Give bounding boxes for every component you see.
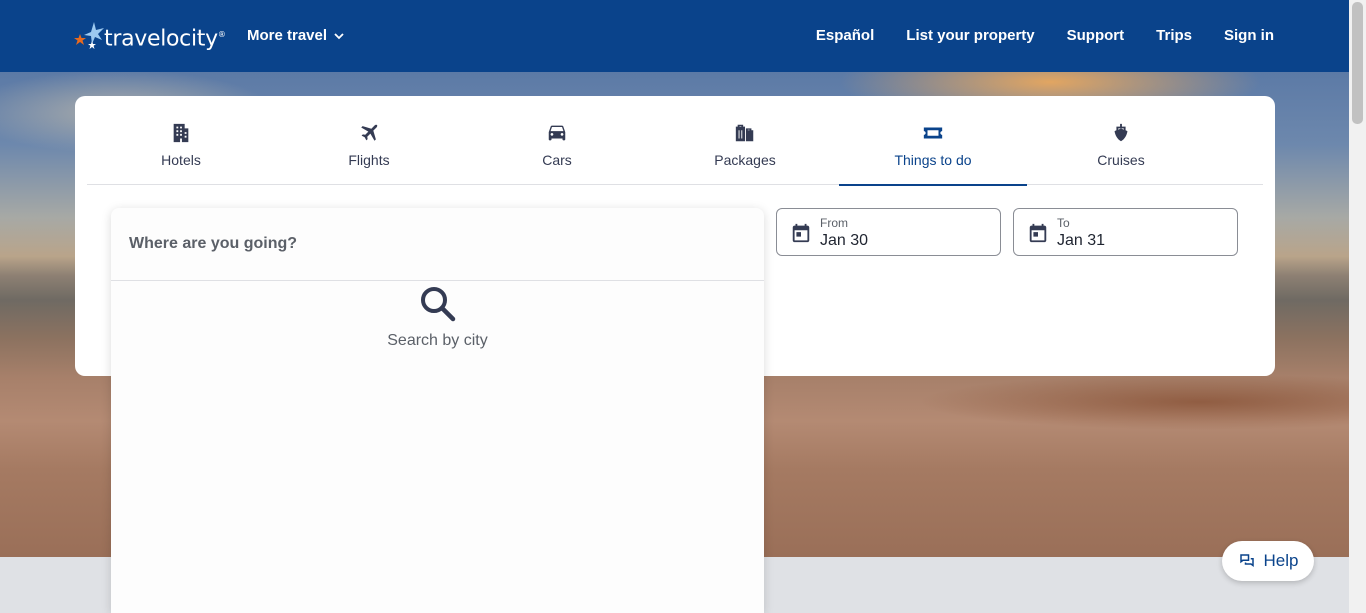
search-hint: Search by city [111, 284, 764, 350]
chat-icon [1239, 554, 1254, 567]
calendar-icon [792, 223, 810, 243]
calendar-icon [1029, 223, 1047, 243]
tab-label: Hotels [161, 152, 201, 168]
tab-cruises[interactable]: Cruises [1027, 96, 1215, 185]
hotel-icon [173, 123, 189, 143]
destination-input[interactable] [127, 234, 727, 254]
language-link[interactable]: Español [816, 27, 874, 44]
support-link[interactable]: Support [1067, 27, 1125, 44]
chevron-down-icon [334, 32, 344, 39]
tab-label: Things to do [894, 152, 972, 168]
tab-flights[interactable]: Flights [275, 96, 463, 185]
more-travel-menu[interactable]: More travel [247, 27, 345, 44]
to-date-value: Jan 31 [1057, 232, 1106, 249]
site-header: travelocity® More travel Español List yo… [0, 0, 1349, 72]
search-icon [420, 287, 455, 322]
logo-stars-icon [74, 20, 108, 52]
to-date-field[interactable]: To Jan 31 [1013, 208, 1238, 256]
product-tabs: Hotels Flights Cars Packages Things to d… [87, 96, 1263, 186]
from-date-label: From [820, 216, 848, 230]
logo-text: travelocity® [104, 26, 226, 51]
car-icon [548, 125, 566, 141]
help-label: Help [1263, 551, 1299, 570]
tab-label: Cars [542, 152, 572, 168]
destination-dropdown: Search by city [111, 208, 764, 613]
cruise-icon [1114, 123, 1128, 142]
destination-input-wrapper [111, 208, 764, 281]
more-travel-label: More travel [247, 27, 328, 44]
tab-hotels[interactable]: Hotels [87, 96, 275, 185]
ticket-icon [923, 127, 943, 139]
scrollbar[interactable] [1349, 0, 1366, 613]
scrollbar-thumb[interactable] [1352, 2, 1363, 124]
plane-icon [361, 124, 378, 141]
tab-packages[interactable]: Packages [651, 96, 839, 185]
to-date-label: To [1057, 216, 1070, 230]
from-date-value: Jan 30 [820, 232, 869, 249]
suitcase-icon [735, 124, 754, 142]
tab-label: Flights [348, 152, 390, 168]
search-hint-text: Search by city [387, 332, 488, 349]
tab-label: Cruises [1097, 152, 1145, 168]
tab-label: Packages [714, 152, 776, 168]
trips-link[interactable]: Trips [1156, 27, 1192, 44]
from-date-field[interactable]: From Jan 30 [776, 208, 1001, 256]
help-button[interactable]: Help [1222, 541, 1314, 581]
tab-cars[interactable]: Cars [463, 96, 651, 185]
travelocity-logo[interactable]: travelocity® [74, 18, 226, 52]
tab-things-to-do[interactable]: Things to do [839, 96, 1027, 186]
list-property-link[interactable]: List your property [906, 27, 1034, 44]
header-nav: Español List your property Support Trips… [816, 27, 1274, 44]
sign-in-link[interactable]: Sign in [1224, 27, 1274, 44]
